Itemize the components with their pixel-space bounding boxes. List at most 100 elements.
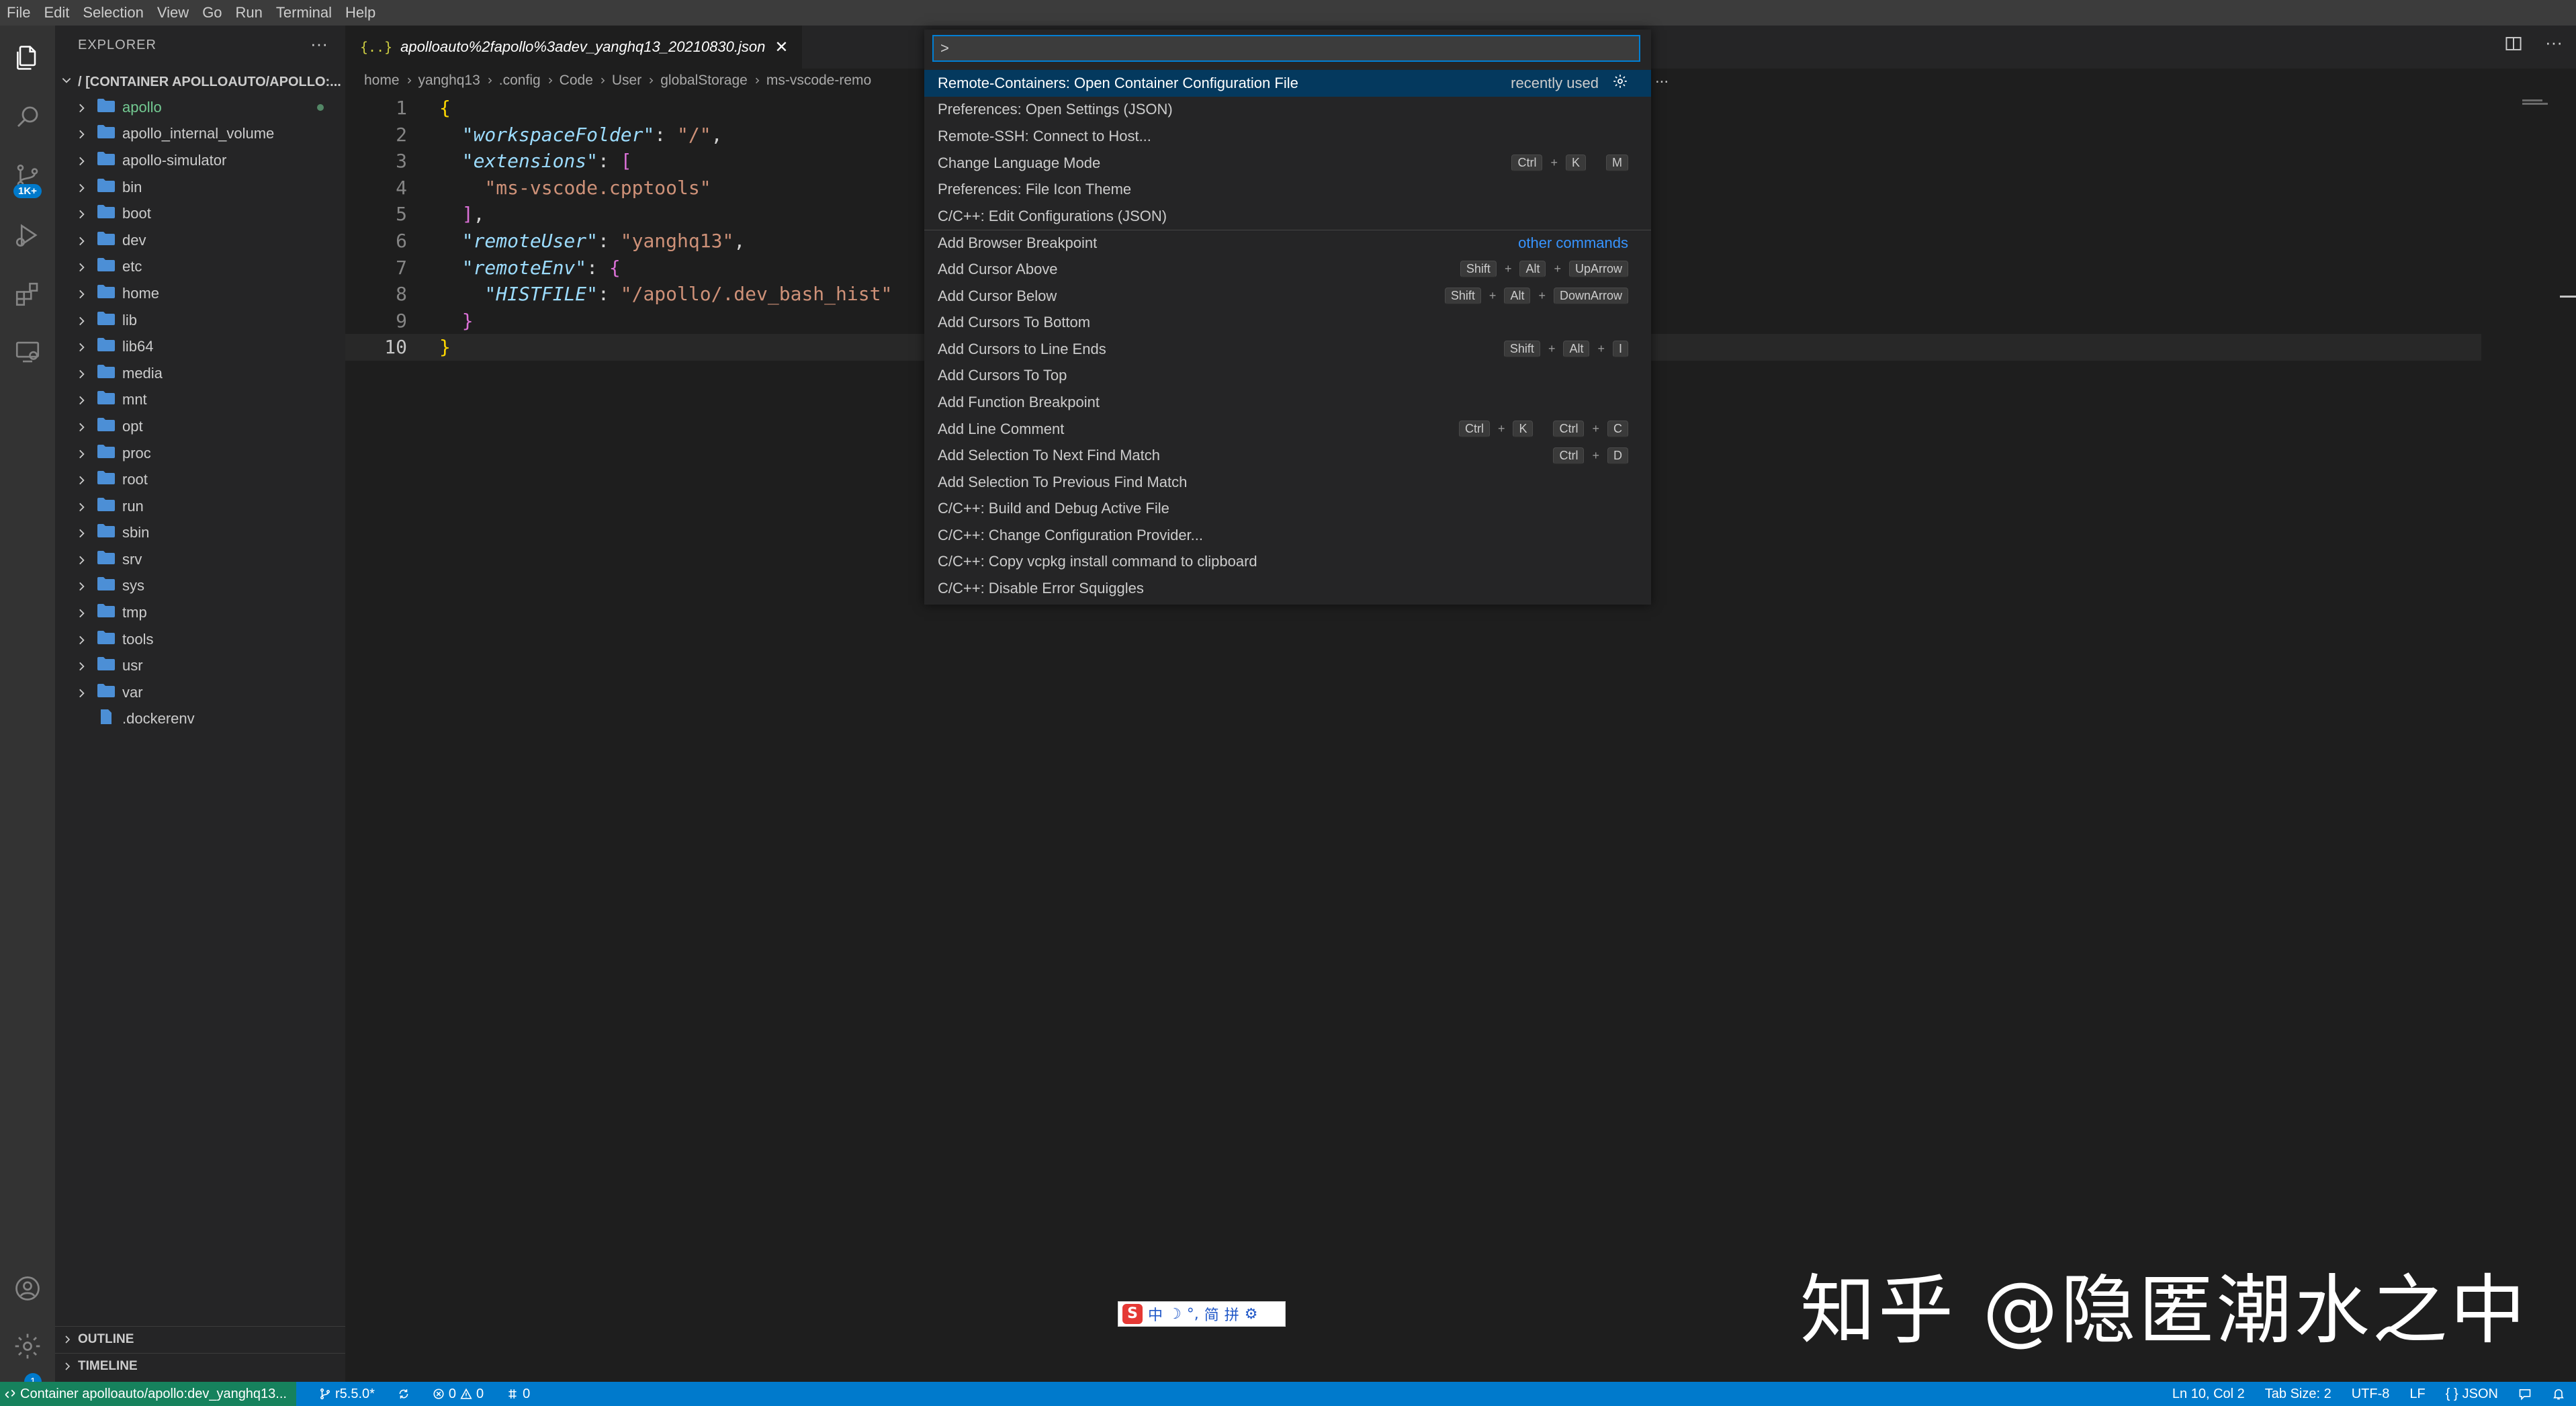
menu-selection[interactable]: Selection bbox=[76, 0, 150, 26]
outline-section-header[interactable]: OUTLINE bbox=[55, 1326, 345, 1352]
command-item[interactable]: C/C++: Build and Debug Active File bbox=[924, 496, 1651, 523]
tree-folder[interactable]: media bbox=[55, 360, 345, 387]
ime-toggle[interactable]: 简 bbox=[1204, 1303, 1219, 1325]
menu-view[interactable]: View bbox=[150, 0, 195, 26]
breadcrumb-item[interactable]: home bbox=[364, 73, 400, 89]
tree-folder[interactable]: mnt bbox=[55, 387, 345, 414]
menu-go[interactable]: Go bbox=[195, 0, 228, 26]
breadcrumb-item[interactable]: User bbox=[612, 73, 641, 89]
breadcrumb-item[interactable]: .config bbox=[499, 73, 541, 89]
tree-folder[interactable]: tmp bbox=[55, 599, 345, 626]
settings-gear-icon[interactable] bbox=[9, 1327, 46, 1365]
tree-folder[interactable]: lib bbox=[55, 307, 345, 334]
ime-toggle[interactable]: ⚙ bbox=[1245, 1306, 1258, 1323]
more-actions-icon[interactable]: ··· bbox=[2545, 35, 2563, 57]
command-item[interactable]: C/C++: Copy vcpkg install command to cli… bbox=[924, 549, 1651, 576]
tab-size[interactable]: Tab Size: 2 bbox=[2265, 1387, 2331, 1402]
menu-file[interactable]: File bbox=[0, 0, 37, 26]
configure-keybinding-gear-icon[interactable] bbox=[1612, 73, 1628, 93]
remote-indicator[interactable]: Container apolloauto/apollo:dev_yanghq13… bbox=[0, 1382, 296, 1406]
ime-toggle[interactable]: °, bbox=[1187, 1306, 1199, 1323]
command-item[interactable]: Add Cursors To Top bbox=[924, 363, 1651, 390]
tree-item-label: boot bbox=[122, 205, 151, 222]
tree-folder[interactable]: proc bbox=[55, 440, 345, 467]
command-item[interactable]: Preferences: Open Settings (JSON) bbox=[924, 97, 1651, 124]
language-mode[interactable]: { } JSON bbox=[2446, 1387, 2498, 1402]
remote-explorer-icon[interactable] bbox=[9, 333, 46, 371]
sync-button[interactable] bbox=[398, 1388, 410, 1400]
ime-toolbar[interactable]: S中☽°,简拼⚙ bbox=[1118, 1301, 1286, 1327]
files-icon[interactable] bbox=[9, 39, 46, 77]
search-icon[interactable] bbox=[9, 98, 46, 136]
command-item[interactable]: Add Line CommentCtrl+KCtrl+C bbox=[924, 416, 1651, 443]
menu-run[interactable]: Run bbox=[229, 0, 269, 26]
tree-folder[interactable]: run bbox=[55, 493, 345, 520]
tree-folder[interactable]: sys bbox=[55, 573, 345, 600]
tree-item-label: opt bbox=[122, 418, 143, 435]
breadcrumb-item[interactable]: globalStorage bbox=[660, 73, 748, 89]
command-item[interactable]: C/C++: Change Configuration Provider... bbox=[924, 522, 1651, 549]
tree-folder[interactable]: usr bbox=[55, 652, 345, 679]
breadcrumb-more-icon[interactable]: ... bbox=[1655, 69, 1669, 87]
split-editor-icon[interactable] bbox=[2505, 35, 2522, 57]
problems-indicator[interactable]: 0 0 bbox=[433, 1387, 484, 1402]
tree-folder[interactable]: bin bbox=[55, 174, 345, 201]
token: { bbox=[609, 257, 621, 279]
command-item[interactable]: C/C++: Edit Configurations (JSON) bbox=[924, 203, 1651, 230]
tree-folder[interactable]: apollo_internal_volume bbox=[55, 121, 345, 148]
timeline-section-header[interactable]: TIMELINE bbox=[55, 1353, 345, 1379]
command-item[interactable]: Add Cursors To Bottom bbox=[924, 309, 1651, 336]
command-item[interactable]: Add Selection To Next Find MatchCtrl+D bbox=[924, 442, 1651, 469]
minimap[interactable] bbox=[2522, 99, 2549, 106]
ime-toggle[interactable]: ☽ bbox=[1168, 1306, 1182, 1323]
account-icon[interactable] bbox=[9, 1270, 46, 1307]
command-item[interactable]: Remote-Containers: Open Container Config… bbox=[924, 70, 1651, 97]
tree-folder[interactable]: apollo-simulator bbox=[55, 147, 345, 174]
menu-help[interactable]: Help bbox=[339, 0, 382, 26]
feedback-icon[interactable] bbox=[2518, 1387, 2532, 1401]
run-debug-icon[interactable] bbox=[9, 216, 46, 254]
command-item[interactable]: Add Cursors to Line EndsShift+Alt+I bbox=[924, 336, 1651, 363]
explorer-root-folder[interactable]: / [CONTAINER APOLLOAUTO/APOLLO:... bbox=[55, 70, 345, 94]
ime-toggle[interactable]: 拼 bbox=[1225, 1303, 1239, 1325]
tree-folder[interactable]: lib64 bbox=[55, 333, 345, 360]
tree-folder[interactable]: home bbox=[55, 280, 345, 307]
command-item[interactable]: Add Cursor BelowShift+Alt+DownArrow bbox=[924, 283, 1651, 310]
command-item[interactable]: Change Language ModeCtrl+KM bbox=[924, 150, 1651, 177]
tree-folder[interactable]: etc bbox=[55, 254, 345, 281]
command-item[interactable]: Remote-SSH: Connect to Host... bbox=[924, 123, 1651, 150]
file-encoding[interactable]: UTF-8 bbox=[2352, 1387, 2390, 1402]
tree-folder[interactable]: boot bbox=[55, 200, 345, 227]
tree-file[interactable]: .dockerenv bbox=[55, 706, 345, 733]
tree-folder[interactable]: opt bbox=[55, 413, 345, 440]
command-item[interactable]: Add Cursor AboveShift+Alt+UpArrow bbox=[924, 256, 1651, 283]
close-tab-icon[interactable]: ✕ bbox=[774, 38, 788, 57]
command-item[interactable]: Preferences: File Icon Theme bbox=[924, 176, 1651, 203]
ime-toggle[interactable]: 中 bbox=[1148, 1303, 1163, 1325]
command-item[interactable]: C/C++: Disable Error Squiggles bbox=[924, 575, 1651, 602]
end-of-line[interactable]: LF bbox=[2409, 1387, 2425, 1402]
notifications-icon[interactable] bbox=[2552, 1387, 2565, 1401]
more-actions-icon[interactable]: ··· bbox=[310, 34, 328, 54]
git-branch[interactable]: r5.5.0* bbox=[319, 1387, 375, 1402]
tree-folder[interactable]: root bbox=[55, 466, 345, 493]
menu-terminal[interactable]: Terminal bbox=[269, 0, 339, 26]
tree-folder[interactable]: apollo bbox=[55, 94, 345, 121]
cursor-position[interactable]: Ln 10, Col 2 bbox=[2172, 1387, 2245, 1402]
tree-folder[interactable]: tools bbox=[55, 626, 345, 653]
tree-folder[interactable]: srv bbox=[55, 546, 345, 573]
command-item[interactable]: Add Selection To Previous Find Match bbox=[924, 469, 1651, 496]
extensions-icon[interactable] bbox=[9, 275, 46, 313]
tree-folder[interactable]: var bbox=[55, 679, 345, 706]
command-item[interactable]: Add Function Breakpoint bbox=[924, 389, 1651, 416]
ports-indicator[interactable]: 0 bbox=[506, 1387, 530, 1402]
command-palette-input[interactable] bbox=[932, 35, 1640, 62]
menu-edit[interactable]: Edit bbox=[37, 0, 76, 26]
editor-tab-active[interactable]: {..} apolloauto%2fapollo%3adev_yanghq13_… bbox=[345, 26, 802, 69]
breadcrumb-item[interactable]: ms-vscode-remo bbox=[766, 73, 871, 89]
tree-folder[interactable]: sbin bbox=[55, 520, 345, 547]
breadcrumb-item[interactable]: Code bbox=[560, 73, 593, 89]
command-item[interactable]: Add Browser Breakpointother commands bbox=[924, 230, 1651, 257]
tree-folder[interactable]: dev bbox=[55, 227, 345, 254]
breadcrumb-item[interactable]: yanghq13 bbox=[418, 73, 480, 89]
